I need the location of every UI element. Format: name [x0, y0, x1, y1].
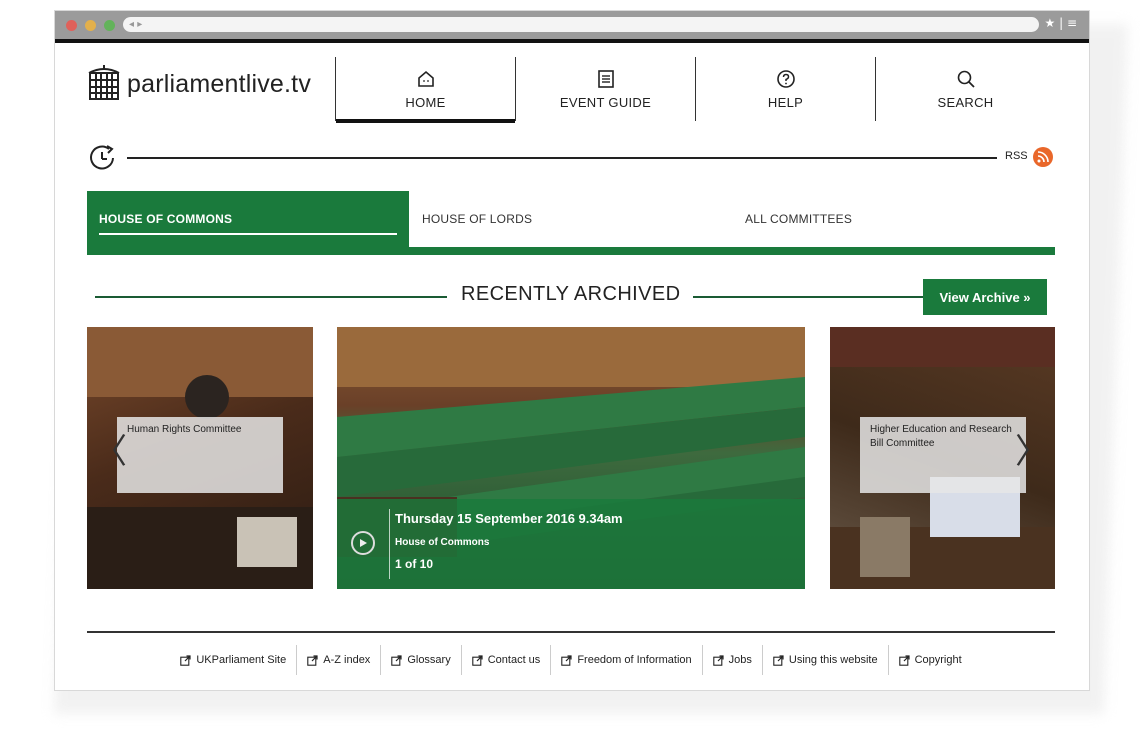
footer-link[interactable]: Contact us [460, 645, 551, 675]
carousel-next-button[interactable]: 〉 [1015, 435, 1049, 469]
external-link-icon [712, 654, 724, 666]
footer-link[interactable]: A-Z index [296, 645, 380, 675]
browser-window: ◂ ▸ ★ | ≡ parliamentlive.tv HOME EVENT G… [54, 10, 1090, 691]
right-card-label: Higher Education and Research Bill Commi… [860, 417, 1026, 493]
footer-links: UKParliament Site A-Z index Glossary Contac… [87, 645, 1055, 675]
minimize-window-button[interactable] [85, 20, 96, 31]
nav-help-label: HELP [767, 94, 804, 110]
footer-link[interactable]: Freedom of Information [550, 645, 701, 675]
history-clock-icon[interactable] [87, 143, 119, 173]
browser-tools[interactable]: ★ | ≡ [1045, 16, 1077, 30]
heading-rule-right [693, 296, 923, 298]
external-link-icon [180, 654, 191, 666]
tab-house-of-commons[interactable]: HOUSE OF COMMONS [87, 191, 409, 247]
left-card-label: Human Rights Committee [117, 417, 283, 493]
nav-event-guide-label: EVENT GUIDE [559, 94, 652, 110]
nav-home[interactable]: HOME [335, 57, 515, 123]
recently-archived-header: RECENTLY ARCHIVED View Archive » [95, 279, 1047, 315]
browser-nav-arrows[interactable]: ◂ ▸ [129, 17, 142, 32]
carousel-card-left[interactable]: Human Rights Committee 〈 [87, 327, 313, 589]
home-icon [417, 70, 434, 87]
site-header: parliamentlive.tv HOME EVENT GUIDE HELP … [55, 43, 1089, 129]
external-link-icon [898, 654, 910, 666]
footer-link[interactable]: Jobs [701, 645, 762, 675]
carousel-card-right[interactable]: Higher Education and Research Bill Commi… [830, 327, 1055, 589]
nav-help[interactable]: HELP [695, 57, 875, 121]
heading-rule-left [95, 296, 447, 298]
nav-home-label: HOME [405, 94, 446, 110]
footer-link-label: UKParliament Site [196, 654, 287, 666]
video-house: House of Commons [395, 537, 490, 548]
tab-all-committees[interactable]: ALL COMMITTEES [745, 191, 852, 247]
tab-all-committees-label: ALL COMMITTEES [745, 212, 853, 226]
carousel-prev-button[interactable]: 〈 [93, 435, 127, 469]
footer-link[interactable]: UKParliament Site [170, 645, 296, 675]
footer-link-label: Copyright [914, 654, 962, 666]
footer-link-label: A-Z index [323, 654, 371, 666]
footer-link-label: Contact us [487, 654, 541, 666]
external-link-icon [561, 654, 572, 666]
video-info-overlay: Thursday 15 September 2016 9.34am House … [337, 499, 805, 589]
play-icon [360, 539, 367, 547]
footer-link[interactable]: Copyright [887, 645, 972, 675]
tab-house-of-commons-label: HOUSE OF COMMONS [99, 212, 233, 226]
timeline-bar: RSS [87, 141, 1055, 171]
tabs-green-bar [87, 247, 1055, 255]
address-bar[interactable] [123, 17, 1039, 32]
nav-search-label: SEARCH [937, 94, 994, 110]
active-tab-underline [99, 233, 397, 235]
maximize-window-button[interactable] [104, 20, 115, 31]
nav-event-guide[interactable]: EVENT GUIDE [515, 57, 695, 121]
nav-search[interactable]: SEARCH [875, 57, 1055, 121]
footer-link-label: Freedom of Information [577, 654, 692, 666]
tab-house-of-lords[interactable]: HOUSE OF LORDS [422, 191, 532, 247]
footer-rule [87, 631, 1055, 633]
external-link-icon [773, 654, 784, 666]
help-icon [776, 69, 795, 88]
footer-link-label: Glossary [407, 654, 451, 666]
rss-icon[interactable] [1033, 147, 1053, 167]
site-logo[interactable]: parliamentlive.tv [87, 65, 311, 103]
overlay-divider [389, 509, 390, 579]
video-date: Thursday 15 September 2016 9.34am [395, 511, 623, 526]
recently-archived-title: RECENTLY ARCHIVED [461, 283, 681, 305]
search-icon [957, 70, 975, 88]
tab-house-of-lords-label: HOUSE OF LORDS [422, 212, 533, 226]
view-archive-button[interactable]: View Archive » [923, 279, 1047, 315]
carousel-card-center[interactable]: Thursday 15 September 2016 9.34am House … [337, 327, 805, 589]
play-button[interactable] [351, 531, 375, 555]
list-icon [597, 69, 614, 88]
main-nav: HOME EVENT GUIDE HELP SEARCH [335, 57, 1055, 123]
footer-link-label: Jobs [728, 654, 752, 666]
external-link-icon [391, 654, 402, 666]
footer-link[interactable]: Glossary [380, 645, 460, 675]
rss-label[interactable]: RSS [1005, 150, 1028, 162]
logo-text: parliamentlive.tv [127, 69, 312, 98]
footer-link-label: Using this website [788, 654, 878, 666]
external-link-icon [471, 654, 483, 666]
timeline-rule [127, 157, 997, 159]
rss-feed-glyph [1037, 151, 1049, 163]
external-link-icon [307, 654, 318, 666]
browser-chrome: ◂ ▸ ★ | ≡ [55, 11, 1089, 39]
footer-link[interactable]: Using this website [761, 645, 888, 675]
close-window-button[interactable] [66, 20, 77, 31]
video-count: 1 of 10 [395, 557, 434, 571]
portcullis-icon [88, 65, 120, 100]
house-tabs: HOUSE OF COMMONS HOUSE OF LORDS ALL COMM… [87, 191, 1055, 255]
